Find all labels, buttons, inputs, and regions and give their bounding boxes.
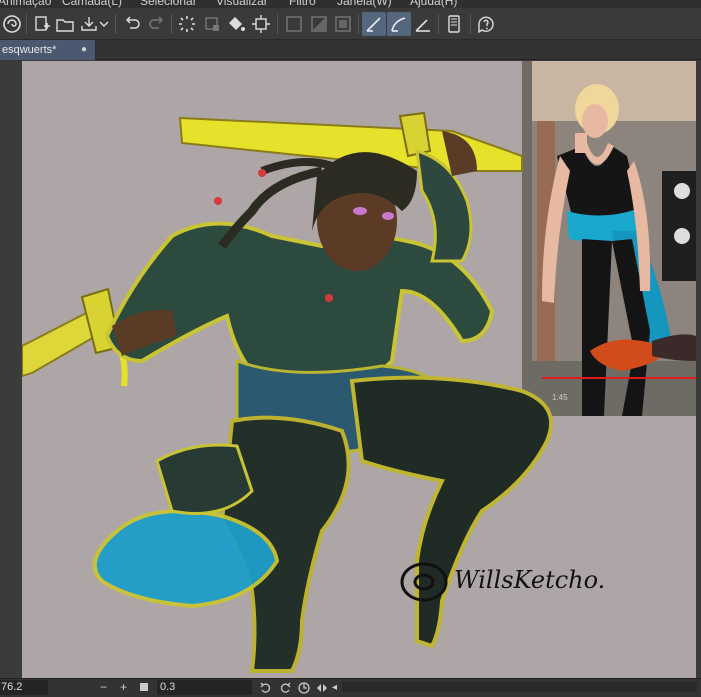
device-icon[interactable]	[442, 12, 466, 36]
undo-icon[interactable]	[120, 12, 144, 36]
toolbar-separator	[26, 14, 27, 34]
document-tab-title: esqwuerts*	[2, 44, 57, 56]
document-tab-bar: esqwuerts* ●	[0, 40, 701, 60]
drawing-canvas[interactable]: 1:45 WillsKetcho.	[22, 61, 696, 678]
menu-item-view[interactable]: Visualizar	[216, 0, 268, 8]
zoom-field[interactable]: 76.2	[0, 680, 48, 695]
horizontal-scrollbar[interactable]	[342, 682, 697, 692]
menu-item-animation[interactable]: Animação	[0, 0, 51, 8]
zoom-out-button[interactable]: −	[100, 680, 107, 695]
zoom-in-button[interactable]: +	[120, 680, 127, 695]
command-bar	[0, 8, 701, 40]
rotate-right-icon[interactable]	[278, 681, 292, 695]
close-tab-icon[interactable]: ●	[81, 40, 87, 60]
signature-text: WillsKetcho.	[454, 566, 605, 594]
fill-icon[interactable]	[224, 12, 248, 36]
workspace: 1:45 WillsKetcho.	[0, 61, 701, 678]
toolbar-separator	[277, 14, 278, 34]
logo-icon[interactable]	[0, 12, 24, 36]
toolbar-separator	[115, 14, 116, 34]
status-bar: 76.2 − + 0.3 ◂	[0, 678, 701, 697]
menu-item-select[interactable]: Selecionar	[140, 0, 197, 8]
toolbar-separator	[438, 14, 439, 34]
snap-special-ruler-icon[interactable]	[387, 12, 411, 36]
reference-timestamp: 1:45	[552, 393, 568, 402]
loading-spinner-icon[interactable]	[175, 12, 199, 36]
redo-icon[interactable]	[145, 12, 169, 36]
snap-ruler-icon[interactable]	[362, 12, 386, 36]
fit-view-icon[interactable]	[140, 683, 148, 691]
reset-rotation-icon[interactable]	[297, 681, 311, 695]
scroll-left-arrow[interactable]: ◂	[332, 680, 337, 695]
new-document-icon[interactable]	[30, 12, 54, 36]
toolbar-separator	[171, 14, 172, 34]
menu-item-filter[interactable]: Filtro	[289, 0, 316, 8]
selection-border-icon[interactable]	[331, 12, 355, 36]
transform-icon[interactable]	[249, 12, 273, 36]
menu-bar: Animação Camada(L) Selecionar Visualizar…	[0, 0, 701, 8]
menu-item-help[interactable]: Ajuda(H)	[410, 0, 457, 8]
flip-horizontal-icon[interactable]	[315, 681, 329, 695]
clear-layer-icon[interactable]	[200, 12, 224, 36]
artwork: 1:45 WillsKetcho.	[22, 61, 696, 673]
toolbar-separator	[358, 14, 359, 34]
snap-grid-icon[interactable]	[411, 12, 435, 36]
open-folder-icon[interactable]	[53, 12, 77, 36]
toolbar-separator	[470, 14, 471, 34]
menu-item-layer[interactable]: Camada(L)	[62, 0, 122, 8]
chevron-down-icon[interactable]	[97, 12, 111, 36]
rotate-left-icon[interactable]	[259, 681, 273, 695]
invert-selection-icon[interactable]	[307, 12, 331, 36]
rotation-angle-field[interactable]: 0.3	[157, 680, 252, 695]
document-tab[interactable]: esqwuerts* ●	[0, 40, 95, 60]
help-icon[interactable]	[474, 12, 498, 36]
reference-photo: 1:45	[522, 61, 696, 416]
deselect-icon[interactable]	[282, 12, 306, 36]
menu-item-window[interactable]: Janela(W)	[337, 0, 392, 8]
